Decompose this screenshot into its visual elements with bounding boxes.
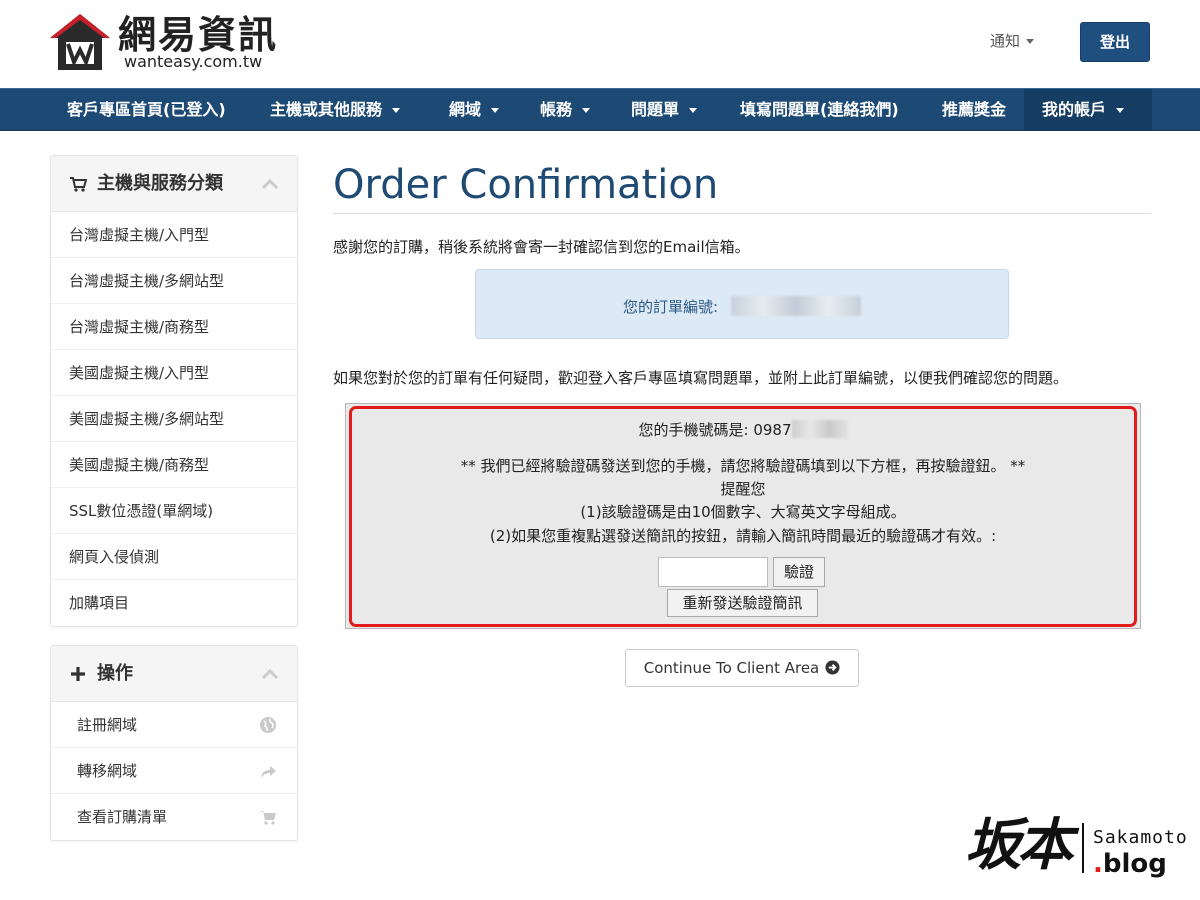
continue-label: Continue To Client Area [643,659,820,677]
caret-down-icon [491,108,500,113]
nav-label: 填寫問題單(連絡我們) [740,100,899,119]
page-title: Order Confirmation [333,162,719,208]
verification-rule-2: (2)如果您重複點選發送簡訊的按鈕，請輸入簡訊時間最近的驗證碼才有效。: [489,527,997,545]
category-item-tw-multi[interactable]: 台灣虛擬主機/多網站型 [51,258,297,304]
logo-title: 網易資訊 [118,13,279,57]
chevron-up-icon[interactable] [261,668,279,680]
caret-down-icon [1026,39,1035,44]
caret-down-icon [1116,108,1125,113]
site-logo[interactable]: 網易資訊 wanteasy.com.tw [48,12,288,74]
nav-tickets[interactable]: 問題單 [617,89,711,130]
redacted-order-number [731,296,861,316]
action-label: 轉移網域 [77,762,138,780]
logout-button[interactable]: 登出 [1080,22,1150,62]
nav-open-ticket[interactable]: 填寫問題單(連絡我們) [726,89,913,130]
nav-label: 客戶專區首頁(已登入) [67,100,226,119]
verification-phone-line: 您的手機號碼是: 0987 [345,419,1141,440]
arrow-circle-right-icon [825,660,840,675]
categories-panel: 主機與服務分類 台灣虛擬主機/入門型 台灣虛擬主機/多網站型 台灣虛擬主機/商務… [50,155,298,627]
chevron-up-icon[interactable] [261,178,279,190]
categories-panel-header[interactable]: 主機與服務分類 [51,156,297,212]
globe-icon [260,717,276,733]
plus-icon [71,667,85,681]
nav-label: 推薦獎金 [942,100,1007,119]
action-label: 查看訂購清單 [77,808,168,826]
action-transfer-domain[interactable]: 轉移網域 [51,748,297,794]
actions-title: 操作 [97,663,133,684]
nav-label: 問題單 [631,100,680,119]
nav-affiliates[interactable]: 推薦獎金 [928,89,1020,130]
verification-notice: ** 我們已經將驗證碼發送到您的手機，請您將驗證碼填到以下方框，再按驗證鈕。 *… [460,457,1026,475]
category-item-addons[interactable]: 加購項目 [51,580,297,626]
site-header: 網易資訊 wanteasy.com.tw 通知 登出 [0,0,1200,88]
caret-down-icon [689,108,698,113]
share-arrow-icon [261,766,276,778]
watermark-cjk: 坂本 [965,812,1073,878]
nav-label: 網域 [449,100,482,119]
category-item-us-multi[interactable]: 美國虛擬主機/多網站型 [51,396,297,442]
verify-button[interactable]: 驗證 [773,557,825,587]
watermark-dot: . [1093,849,1103,879]
category-item-tw-basic[interactable]: 台灣虛擬主機/入門型 [51,212,297,258]
resend-sms-button[interactable]: 重新發送驗證簡訊 [667,589,818,617]
main-navbar: 客戶專區首頁(已登入) 主機或其他服務 網域 帳務 問題單 填寫問題單(連絡我們… [0,88,1200,131]
verification-remind: 提醒您 [720,480,766,498]
nav-domains[interactable]: 網域 [435,89,513,130]
nav-services[interactable]: 主機或其他服務 [256,89,414,130]
nav-billing[interactable]: 帳務 [526,89,604,130]
question-message: 如果您對於您的訂單有任何疑問，歡迎登入客戶專區填寫問題單，並附上此訂單編號，以便… [333,369,1069,387]
notifications-dropdown[interactable]: 通知 [990,30,1035,51]
caret-down-icon [582,108,591,113]
verification-rule-1: (1)該驗證碼是由10個數字、大寫英文字母組成。 [580,503,906,521]
sakamoto-blog-watermark: 坂本 Sakamoto .blog [965,805,1195,895]
logo-url: wanteasy.com.tw [124,52,263,71]
nav-client-home[interactable]: 客戶專區首頁(已登入) [53,89,240,130]
verification-code-input[interactable] [658,557,768,587]
continue-to-client-area-button[interactable]: Continue To Client Area [625,649,859,687]
thanks-message: 感謝您的訂購，稍後系統將會寄一封確認信到您的Email信箱。 [333,238,750,256]
category-item-us-business[interactable]: 美國虛擬主機/商務型 [51,442,297,488]
order-number-label: 您的訂單編號: [623,298,719,316]
order-number-box: 您的訂單編號: [475,269,1009,339]
caret-down-icon [392,108,401,113]
nav-my-account[interactable]: 我的帳戶 [1024,89,1152,130]
action-view-cart[interactable]: 查看訂購清單 [51,794,297,840]
category-item-us-basic[interactable]: 美國虛擬主機/入門型 [51,350,297,396]
categories-title: 主機與服務分類 [97,173,223,194]
nav-label: 我的帳戶 [1042,100,1107,119]
category-item-ssl[interactable]: SSL數位憑證(單網域) [51,488,297,534]
action-label: 註冊網域 [77,716,138,734]
cart-icon [260,811,276,825]
category-item-tw-business[interactable]: 台灣虛擬主機/商務型 [51,304,297,350]
nav-label: 主機或其他服務 [270,100,383,119]
phone-number-label: 您的手機號碼是: 0987 [638,421,792,439]
action-register-domain[interactable]: 註冊網域 [51,702,297,748]
watermark-blog-text: blog [1102,849,1167,879]
category-item-intrusion-detection[interactable]: 網頁入侵偵測 [51,534,297,580]
notifications-label: 通知 [990,32,1021,50]
title-divider [333,213,1151,214]
actions-panel: 操作 註冊網域 轉移網域 查看訂購清單 [50,645,298,841]
watermark-en: Sakamoto [1093,827,1188,848]
redacted-phone-digits [791,420,848,438]
watermark-divider [1082,823,1084,873]
cart-icon [70,177,87,192]
house-logo-icon [50,14,110,70]
watermark-blog: .blog [1093,849,1167,879]
actions-panel-header[interactable]: 操作 [51,646,297,702]
nav-label: 帳務 [540,100,573,119]
